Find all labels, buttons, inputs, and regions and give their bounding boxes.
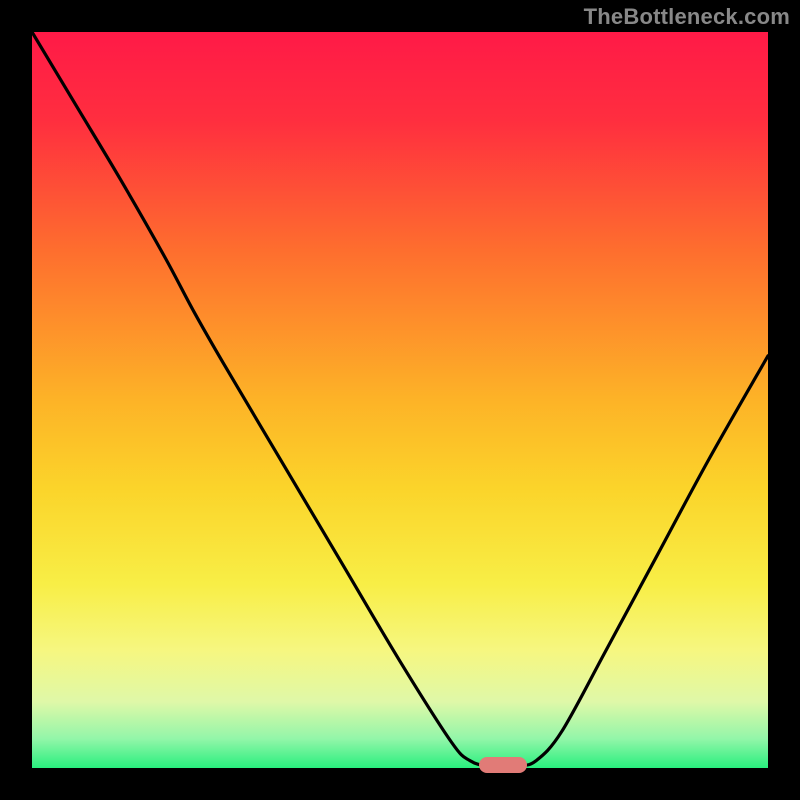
- optimum-marker: [479, 757, 527, 773]
- chart-container: TheBottleneck.com: [0, 0, 800, 800]
- chart-svg: [32, 32, 768, 768]
- plot-area: [32, 32, 768, 768]
- attribution-text: TheBottleneck.com: [584, 4, 790, 30]
- gradient-background: [32, 32, 768, 768]
